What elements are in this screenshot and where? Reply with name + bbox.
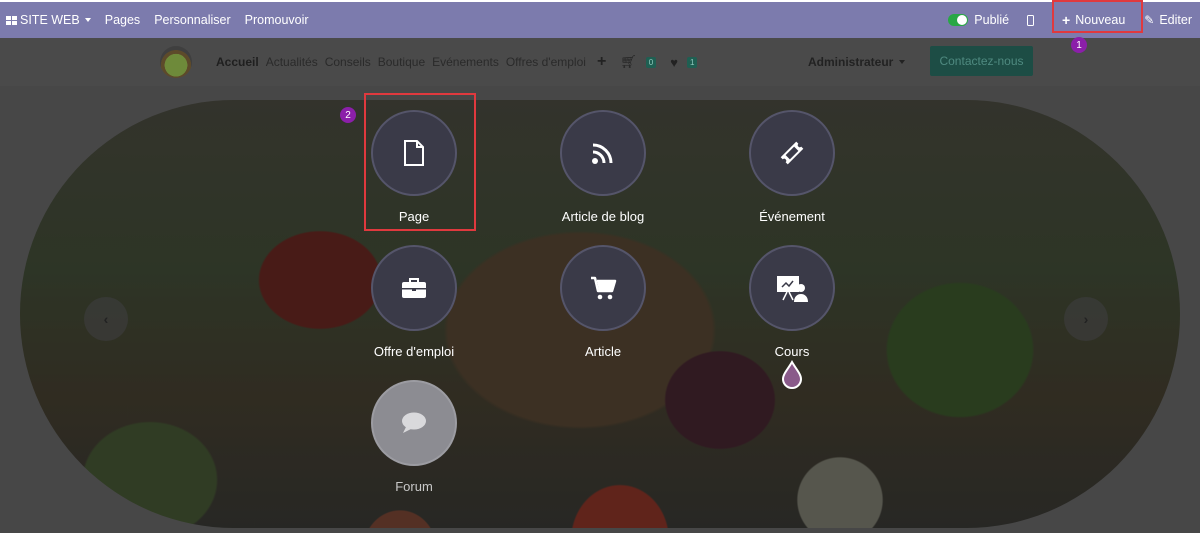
new-product-label: Article [584, 344, 622, 359]
apps-grid-icon [6, 15, 17, 25]
new-product-option[interactable]: Article [533, 245, 673, 359]
caret-down-icon [84, 18, 91, 22]
rss-icon [560, 110, 646, 196]
menu-item-conseils[interactable]: Conseils [325, 55, 371, 69]
shopping-cart-icon: 🛒︎ [620, 54, 637, 69]
new-blog-post-label: Article de blog [561, 209, 645, 224]
carousel-next-icon[interactable]: › [1064, 297, 1108, 341]
website-menu: Accueil Actualités Conseils Boutique Evé… [216, 38, 711, 86]
new-forum-option[interactable]: Forum [344, 380, 484, 494]
heart-icon: ♥ [670, 54, 678, 70]
wishlist-link[interactable]: ♥ 1 [670, 55, 704, 70]
drop-icon [780, 359, 804, 395]
user-menu[interactable]: Administrateur [808, 38, 906, 86]
site-web-menu[interactable]: SITE WEB [0, 2, 98, 38]
website-header: Accueil Actualités Conseils Boutique Evé… [0, 38, 1200, 86]
caret-down-icon [899, 60, 906, 64]
highlight-new-button [1052, 0, 1143, 33]
new-job-offer-option[interactable]: Offre d'emploi [344, 245, 484, 359]
new-course-option[interactable]: Cours [722, 245, 862, 359]
highlight-page-option [364, 93, 476, 231]
carousel-prev-icon[interactable]: ‹ [84, 297, 128, 341]
new-event-option[interactable]: Événement [722, 110, 862, 224]
toggle-switch-icon [948, 14, 969, 26]
cart-count-badge: 0 [645, 56, 657, 68]
menu-item-evenements[interactable]: Evénements [432, 55, 499, 69]
pages-menu[interactable]: Pages [98, 2, 147, 38]
briefcase-icon [371, 245, 457, 331]
wishlist-count-badge: 1 [686, 56, 698, 68]
new-course-label: Cours [774, 344, 810, 359]
menu-item-actualites[interactable]: Actualités [266, 55, 318, 69]
publish-label: Publié [974, 13, 1010, 27]
mobile-preview-icon[interactable] [1027, 14, 1035, 26]
site-web-label: SITE WEB [20, 13, 80, 27]
site-logo[interactable] [160, 46, 192, 78]
edit-button[interactable]: ✎ Editer [1136, 2, 1200, 38]
menu-item-accueil[interactable]: Accueil [216, 55, 259, 69]
new-blog-post-option[interactable]: Article de blog [533, 110, 673, 224]
cart-icon [560, 245, 646, 331]
cart-link[interactable]: 🛒︎ 0 [620, 54, 663, 70]
admin-left-menu: SITE WEB Pages Personnaliser Promouvoir [0, 2, 316, 38]
chat-bubble-icon [371, 380, 457, 466]
new-job-offer-label: Offre d'emploi [373, 344, 455, 359]
add-menu-icon[interactable]: + [597, 53, 606, 71]
menu-item-offres-emploi[interactable]: Offres d'emploi [506, 55, 586, 69]
menu-item-boutique[interactable]: Boutique [378, 55, 425, 69]
new-event-label: Événement [759, 209, 825, 224]
edit-label: Editer [1159, 13, 1192, 27]
admin-navbar: SITE WEB Pages Personnaliser Promouvoir … [0, 2, 1200, 38]
pencil-icon: ✎ [1144, 13, 1155, 27]
publish-toggle[interactable]: Publié [938, 2, 1019, 38]
contact-button[interactable]: Contactez-nous [930, 46, 1033, 76]
ticket-icon [749, 110, 835, 196]
step-badge-2: 2 [340, 107, 356, 123]
promouvoir-menu[interactable]: Promouvoir [238, 2, 316, 38]
presentation-icon [749, 245, 835, 331]
personnaliser-menu[interactable]: Personnaliser [147, 2, 237, 38]
user-name: Administrateur [808, 55, 894, 69]
step-badge-1: 1 [1071, 37, 1087, 53]
new-forum-label: Forum [395, 479, 433, 494]
